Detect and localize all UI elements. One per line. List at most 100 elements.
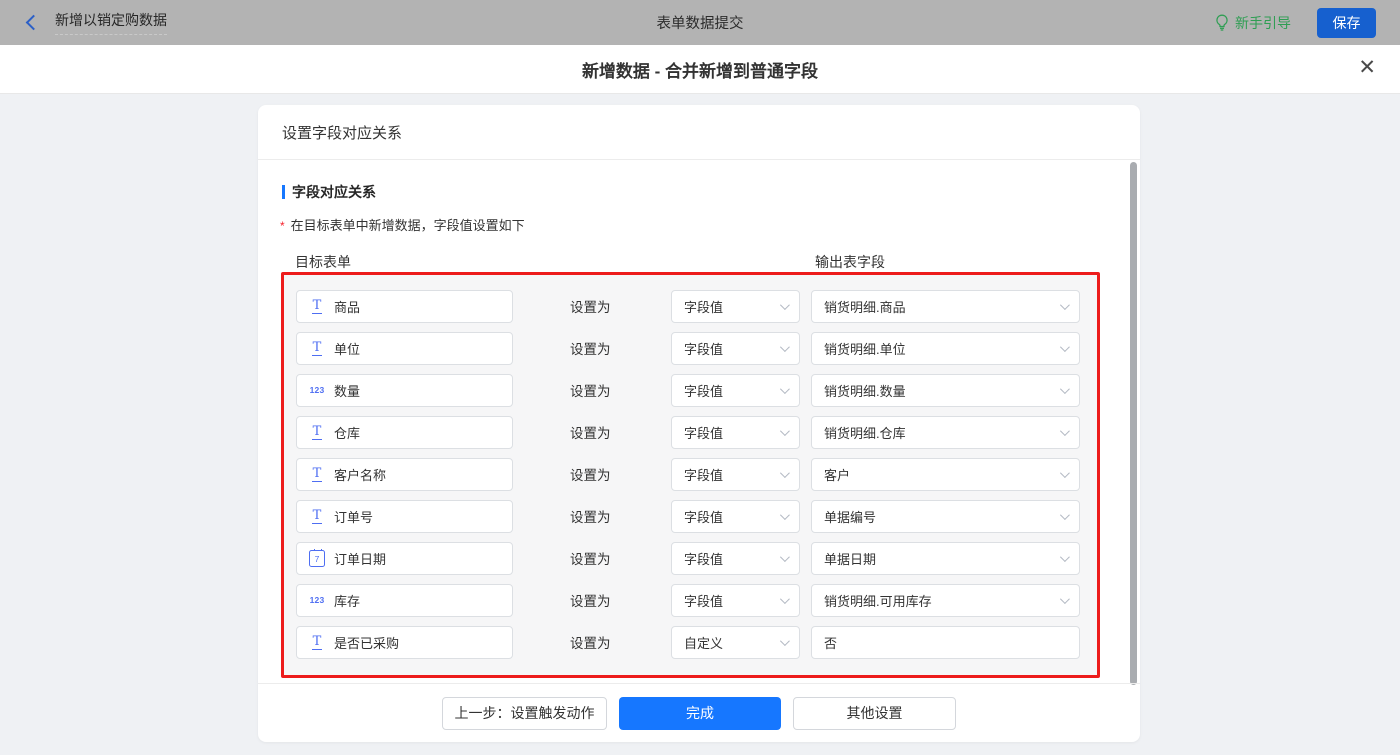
target-field-select[interactable]: 订单号 (296, 499, 513, 533)
mapping-row: 客户名称 设置为 字段值 客户 (284, 453, 1097, 495)
mapping-rows: 商品 设置为 字段值 销货明细.商品 单位 设置为 字段值 销货明细.单位 数量 (281, 272, 1100, 678)
chevron-down-icon (779, 509, 790, 520)
output-field-select[interactable]: 单据日期 (811, 541, 1080, 575)
output-field-select[interactable]: 销货明细.单位 (811, 331, 1080, 365)
target-field-select[interactable]: 仓库 (296, 415, 513, 449)
section-title-label: 字段对应关系 (292, 184, 376, 200)
text-field-icon (307, 467, 327, 482)
chevron-down-icon (1059, 593, 1070, 604)
value-mode-label: 字段值 (684, 509, 724, 525)
value-mode-select[interactable]: 字段值 (671, 331, 800, 365)
back-chevron-icon[interactable] (25, 14, 42, 31)
dialog-title: 新增数据 - 合并新增到普通字段 (581, 61, 819, 81)
mapping-row: 仓库 设置为 字段值 销货明细.仓库 (284, 411, 1097, 453)
target-field-select[interactable]: 数量 (296, 373, 513, 407)
value-mode-select[interactable]: 字段值 (671, 457, 800, 491)
output-field-label: 单据日期 (824, 551, 877, 567)
output-field-select[interactable]: 销货明细.可用库存 (811, 583, 1080, 617)
mapping-row: 库存 设置为 字段值 销货明细.可用库存 (284, 579, 1097, 621)
custom-value-input[interactable]: 否 (811, 625, 1080, 659)
value-mode-select[interactable]: 字段值 (671, 499, 800, 533)
output-field-label: 客户 (824, 467, 851, 483)
value-mode-select[interactable]: 字段值 (671, 373, 800, 407)
value-mode-label: 字段值 (684, 341, 724, 357)
target-field-select[interactable]: 订单日期 (296, 541, 513, 575)
output-field-select[interactable]: 单据编号 (811, 499, 1080, 533)
text-field-icon (307, 341, 327, 356)
target-field-label: 订单号 (334, 509, 374, 525)
value-mode-label: 自定义 (684, 635, 724, 651)
save-button[interactable]: 保存 (1317, 7, 1376, 38)
output-field-label: 销货明细.商品 (824, 299, 906, 315)
target-field-label: 订单日期 (334, 551, 387, 567)
vertical-scrollbar[interactable] (1130, 162, 1137, 685)
chevron-down-icon (779, 593, 790, 604)
output-field-select[interactable]: 销货明细.数量 (811, 373, 1080, 407)
chevron-down-icon (1059, 299, 1070, 310)
value-mode-select[interactable]: 字段值 (671, 289, 800, 323)
topbar: 新增以销定购数据 表单数据提交 新手引导 保存 (0, 0, 1400, 45)
chevron-down-icon (1059, 509, 1070, 520)
card-footer: 上一步：设置触发动作 完成 其他设置 (258, 683, 1140, 742)
chevron-down-icon (779, 341, 790, 352)
output-field-select[interactable]: 销货明细.仓库 (811, 415, 1080, 449)
column-header-output-field: 输出表字段 (815, 254, 885, 270)
beginner-guide-link[interactable]: 新手引导 (1215, 13, 1291, 33)
lightbulb-icon (1216, 14, 1228, 31)
target-field-select[interactable]: 库存 (296, 583, 513, 617)
field-mapping-card: 设置字段对应关系 字段对应关系 * 在目标表单中新增数据，字段值设置如下 目标表单… (258, 105, 1140, 742)
set-as-label: 设置为 (570, 300, 611, 315)
chevron-down-icon (1059, 425, 1070, 436)
value-mode-select[interactable]: 字段值 (671, 583, 800, 617)
chevron-down-icon (779, 383, 790, 394)
text-field-icon (307, 635, 327, 650)
set-as-label: 设置为 (570, 342, 611, 357)
output-field-select[interactable]: 销货明细.商品 (811, 289, 1080, 323)
output-field-select[interactable]: 客户 (811, 457, 1080, 491)
target-field-label: 是否已采购 (334, 635, 400, 651)
other-settings-button[interactable]: 其他设置 (793, 696, 956, 730)
value-mode-select[interactable]: 字段值 (671, 541, 800, 575)
value-mode-select[interactable]: 字段值 (671, 415, 800, 449)
mapping-note: * 在目标表单中新增数据，字段值设置如下 (280, 215, 1140, 234)
back-nav[interactable]: 新增以销定购数据 (25, 10, 167, 35)
set-as-label: 设置为 (570, 510, 611, 525)
mapping-note-text: 在目标表单中新增数据，字段值设置如下 (290, 218, 525, 233)
column-header-target-form: 目标表单 (295, 254, 351, 270)
workflow-title[interactable]: 新增以销定购数据 (55, 10, 167, 35)
date-field-icon (307, 548, 327, 567)
previous-step-button[interactable]: 上一步：设置触发动作 (442, 696, 607, 730)
target-field-label: 仓库 (334, 425, 361, 441)
card-header-title: 设置字段对应关系 (258, 105, 1140, 160)
text-field-icon (307, 509, 327, 524)
beginner-guide-label: 新手引导 (1235, 14, 1291, 31)
target-field-select[interactable]: 单位 (296, 331, 513, 365)
close-icon[interactable]: ✕ (1358, 57, 1376, 78)
target-field-select[interactable]: 客户名称 (296, 457, 513, 491)
set-as-label: 设置为 (570, 468, 611, 483)
set-as-label: 设置为 (570, 552, 611, 567)
output-field-label: 单据编号 (824, 509, 877, 525)
section-accent-bar (282, 185, 285, 199)
set-as-label: 设置为 (570, 384, 611, 399)
mapping-row: 是否已采购 设置为 自定义 否 (284, 621, 1097, 663)
number-field-icon (307, 385, 327, 395)
required-mark: * (280, 219, 285, 233)
chevron-down-icon (779, 551, 790, 562)
value-mode-label: 字段值 (684, 299, 724, 315)
target-field-select[interactable]: 是否已采购 (296, 625, 513, 659)
set-as-label: 设置为 (570, 426, 611, 441)
output-field-label: 销货明细.可用库存 (824, 593, 932, 609)
value-mode-label: 字段值 (684, 383, 724, 399)
mapping-row: 商品 设置为 字段值 销货明细.商品 (284, 285, 1097, 327)
topbar-title: 表单数据提交 (656, 16, 744, 32)
output-field-label: 销货明细.数量 (824, 383, 906, 399)
value-mode-select[interactable]: 自定义 (671, 625, 800, 659)
set-as-label: 设置为 (570, 594, 611, 609)
target-field-label: 客户名称 (334, 467, 387, 483)
mapping-row: 订单日期 设置为 字段值 单据日期 (284, 537, 1097, 579)
chevron-down-icon (779, 467, 790, 478)
done-button[interactable]: 完成 (619, 696, 781, 730)
value-mode-label: 字段值 (684, 551, 724, 567)
target-field-select[interactable]: 商品 (296, 289, 513, 323)
